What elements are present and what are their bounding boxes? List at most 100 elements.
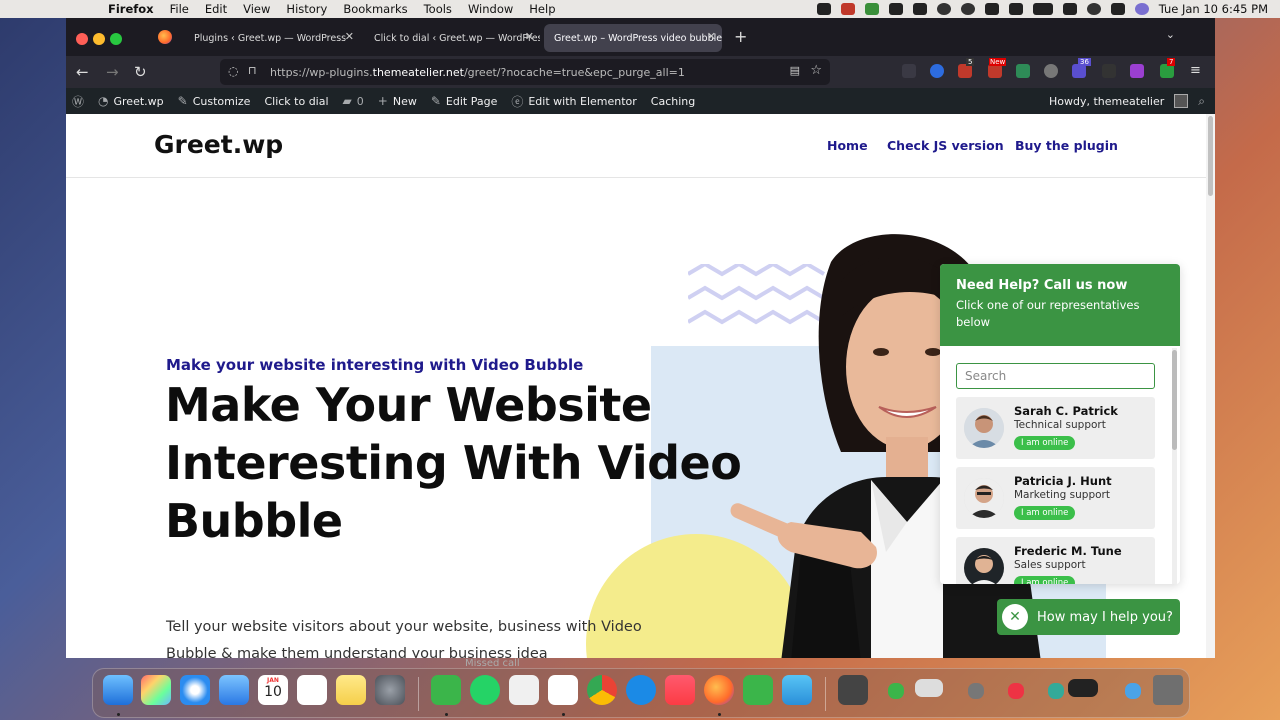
- finder-icon[interactable]: [103, 675, 133, 705]
- extension-red-icon[interactable]: 5: [958, 58, 975, 78]
- new-tab-icon[interactable]: +: [734, 27, 747, 46]
- menu-firefox[interactable]: Firefox: [108, 2, 154, 16]
- admin-site-link[interactable]: ◔ Greet.wp: [98, 94, 164, 108]
- firefox-view-icon[interactable]: [158, 30, 172, 44]
- agent-card-patricia[interactable]: Patricia J. Hunt Marketing support I am …: [956, 467, 1155, 529]
- slack-icon[interactable]: [548, 675, 578, 705]
- camtasia-icon[interactable]: [743, 675, 773, 705]
- control-center-icon[interactable]: [1110, 3, 1125, 15]
- archive-utility-icon[interactable]: [838, 675, 868, 705]
- close-tab-icon[interactable]: ✕: [525, 30, 534, 43]
- admin-caching-link[interactable]: Caching: [651, 95, 695, 108]
- spotlight-search-icon[interactable]: [1086, 3, 1101, 15]
- siri-icon[interactable]: [1134, 3, 1149, 15]
- wifi-icon[interactable]: [1062, 3, 1077, 15]
- minimized-window-7[interactable]: [1125, 683, 1141, 699]
- agent-card-sarah[interactable]: Sarah C. Patrick Technical support I am …: [956, 397, 1155, 459]
- reminders-icon[interactable]: [297, 675, 327, 705]
- widget-scrollbar[interactable]: [1172, 348, 1177, 584]
- minimized-window-3[interactable]: [968, 683, 984, 699]
- extension-cube-icon[interactable]: [1130, 64, 1144, 78]
- extension-gear-icon[interactable]: [1044, 64, 1058, 78]
- music-icon[interactable]: [665, 675, 695, 705]
- url-bar[interactable]: ◌ ⊓ https://wp-plugins.themeatelier.net/…: [220, 59, 830, 85]
- tab-plugins[interactable]: Plugins ‹ Greet.wp — WordPress ✕: [184, 24, 360, 52]
- battery-icon[interactable]: [1032, 3, 1053, 15]
- creative-cloud-icon[interactable]: [936, 3, 951, 15]
- migration-icon[interactable]: [782, 675, 812, 705]
- admin-howdy-link[interactable]: Howdy, themeatelier: [1049, 95, 1164, 108]
- tab-click-to-dial[interactable]: Click to dial ‹ Greet.wp — WordPress ✕: [364, 24, 540, 52]
- pocket-icon[interactable]: [902, 64, 916, 78]
- menu-bookmarks[interactable]: Bookmarks: [343, 2, 407, 16]
- extension-new-icon[interactable]: New: [988, 58, 1007, 78]
- minimized-window-2[interactable]: [915, 679, 943, 697]
- checkmark-icon[interactable]: [864, 3, 879, 15]
- trash-icon[interactable]: [1153, 675, 1183, 705]
- nav-check-js[interactable]: Check JS version: [887, 138, 1004, 153]
- menu-help[interactable]: Help: [529, 2, 555, 16]
- play-icon[interactable]: [960, 3, 975, 15]
- admin-comments-link[interactable]: ▰ 0: [343, 94, 364, 108]
- chrome-icon[interactable]: [587, 675, 617, 705]
- site-logo[interactable]: Greet.wp: [154, 130, 283, 159]
- pen-icon[interactable]: [912, 3, 927, 15]
- help-cta-button[interactable]: ✕ How may I help you?: [997, 599, 1180, 635]
- minimize-window-button[interactable]: [93, 33, 105, 45]
- minimized-window-4[interactable]: [1008, 683, 1024, 699]
- shield-icon[interactable]: ◌: [228, 64, 238, 78]
- sourcetree-icon[interactable]: [431, 675, 461, 705]
- minimized-window-5[interactable]: [1048, 683, 1064, 699]
- script-editor-icon[interactable]: [509, 675, 539, 705]
- extension-dark-icon[interactable]: [1102, 64, 1116, 78]
- system-settings-icon[interactable]: [375, 675, 405, 705]
- firefox-dock-icon[interactable]: [704, 675, 734, 705]
- page-scrollbar[interactable]: [1206, 114, 1215, 658]
- admin-elementor-link[interactable]: ⓔ Edit with Elementor: [511, 93, 636, 110]
- list-all-tabs-icon[interactable]: ⌄: [1166, 28, 1175, 41]
- close-window-button[interactable]: [76, 33, 88, 45]
- bookmark-star-icon[interactable]: ☆: [810, 63, 822, 78]
- tab-greet-active[interactable]: Greet.wp – WordPress video bubble ✕: [544, 24, 722, 52]
- recorder-icon[interactable]: [840, 3, 855, 15]
- screen-share-icon[interactable]: [816, 3, 831, 15]
- skype-icon[interactable]: [626, 675, 656, 705]
- minimized-window-1[interactable]: [888, 683, 904, 699]
- admin-customize-link[interactable]: ✎ Customize: [178, 94, 251, 108]
- back-icon[interactable]: ←: [76, 63, 89, 81]
- reload-icon[interactable]: ↻: [134, 63, 147, 81]
- dropbox-icon[interactable]: [888, 3, 903, 15]
- zoom-window-button[interactable]: [110, 33, 122, 45]
- forward-icon[interactable]: →: [106, 63, 119, 81]
- user-avatar[interactable]: [1174, 94, 1189, 108]
- notes-icon[interactable]: [336, 675, 366, 705]
- menu-tools[interactable]: Tools: [424, 2, 452, 16]
- whatsapp-icon[interactable]: [470, 675, 500, 705]
- close-tab-icon[interactable]: ✕: [707, 30, 716, 43]
- menu-hamburger-icon[interactable]: ≡: [1190, 63, 1201, 78]
- admin-search-icon[interactable]: ⌕: [1198, 94, 1205, 109]
- safari-icon[interactable]: [180, 675, 210, 705]
- extension-green-icon[interactable]: [1016, 64, 1030, 78]
- extension-purple-icon[interactable]: 36: [1072, 58, 1091, 78]
- agent-search-input[interactable]: [956, 363, 1155, 389]
- agent-card-frederic[interactable]: Frederic M. Tune Sales support I am onli…: [956, 537, 1155, 584]
- nav-home[interactable]: Home: [827, 138, 868, 153]
- admin-edit-page-link[interactable]: ✎ Edit Page: [431, 94, 498, 108]
- calendar-icon[interactable]: JAN 10: [258, 675, 288, 705]
- mail-icon[interactable]: [219, 675, 249, 705]
- launchpad-icon[interactable]: [141, 675, 171, 705]
- minimized-window-6[interactable]: [1068, 679, 1098, 697]
- close-tab-icon[interactable]: ✕: [345, 30, 354, 43]
- bluetooth-icon[interactable]: [1008, 3, 1023, 15]
- reader-view-icon[interactable]: ▤: [790, 64, 800, 77]
- menubar-clock[interactable]: Tue Jan 10 6:45 PM: [1159, 2, 1268, 16]
- menu-file[interactable]: File: [170, 2, 189, 16]
- admin-click-to-dial-link[interactable]: Click to dial: [264, 95, 328, 108]
- keyboard-input-icon[interactable]: [984, 3, 999, 15]
- menu-window[interactable]: Window: [468, 2, 513, 16]
- extension-blue-icon[interactable]: [930, 64, 944, 78]
- admin-new-link[interactable]: + New: [378, 94, 417, 108]
- close-icon[interactable]: ✕: [1002, 604, 1028, 630]
- menu-edit[interactable]: Edit: [205, 2, 227, 16]
